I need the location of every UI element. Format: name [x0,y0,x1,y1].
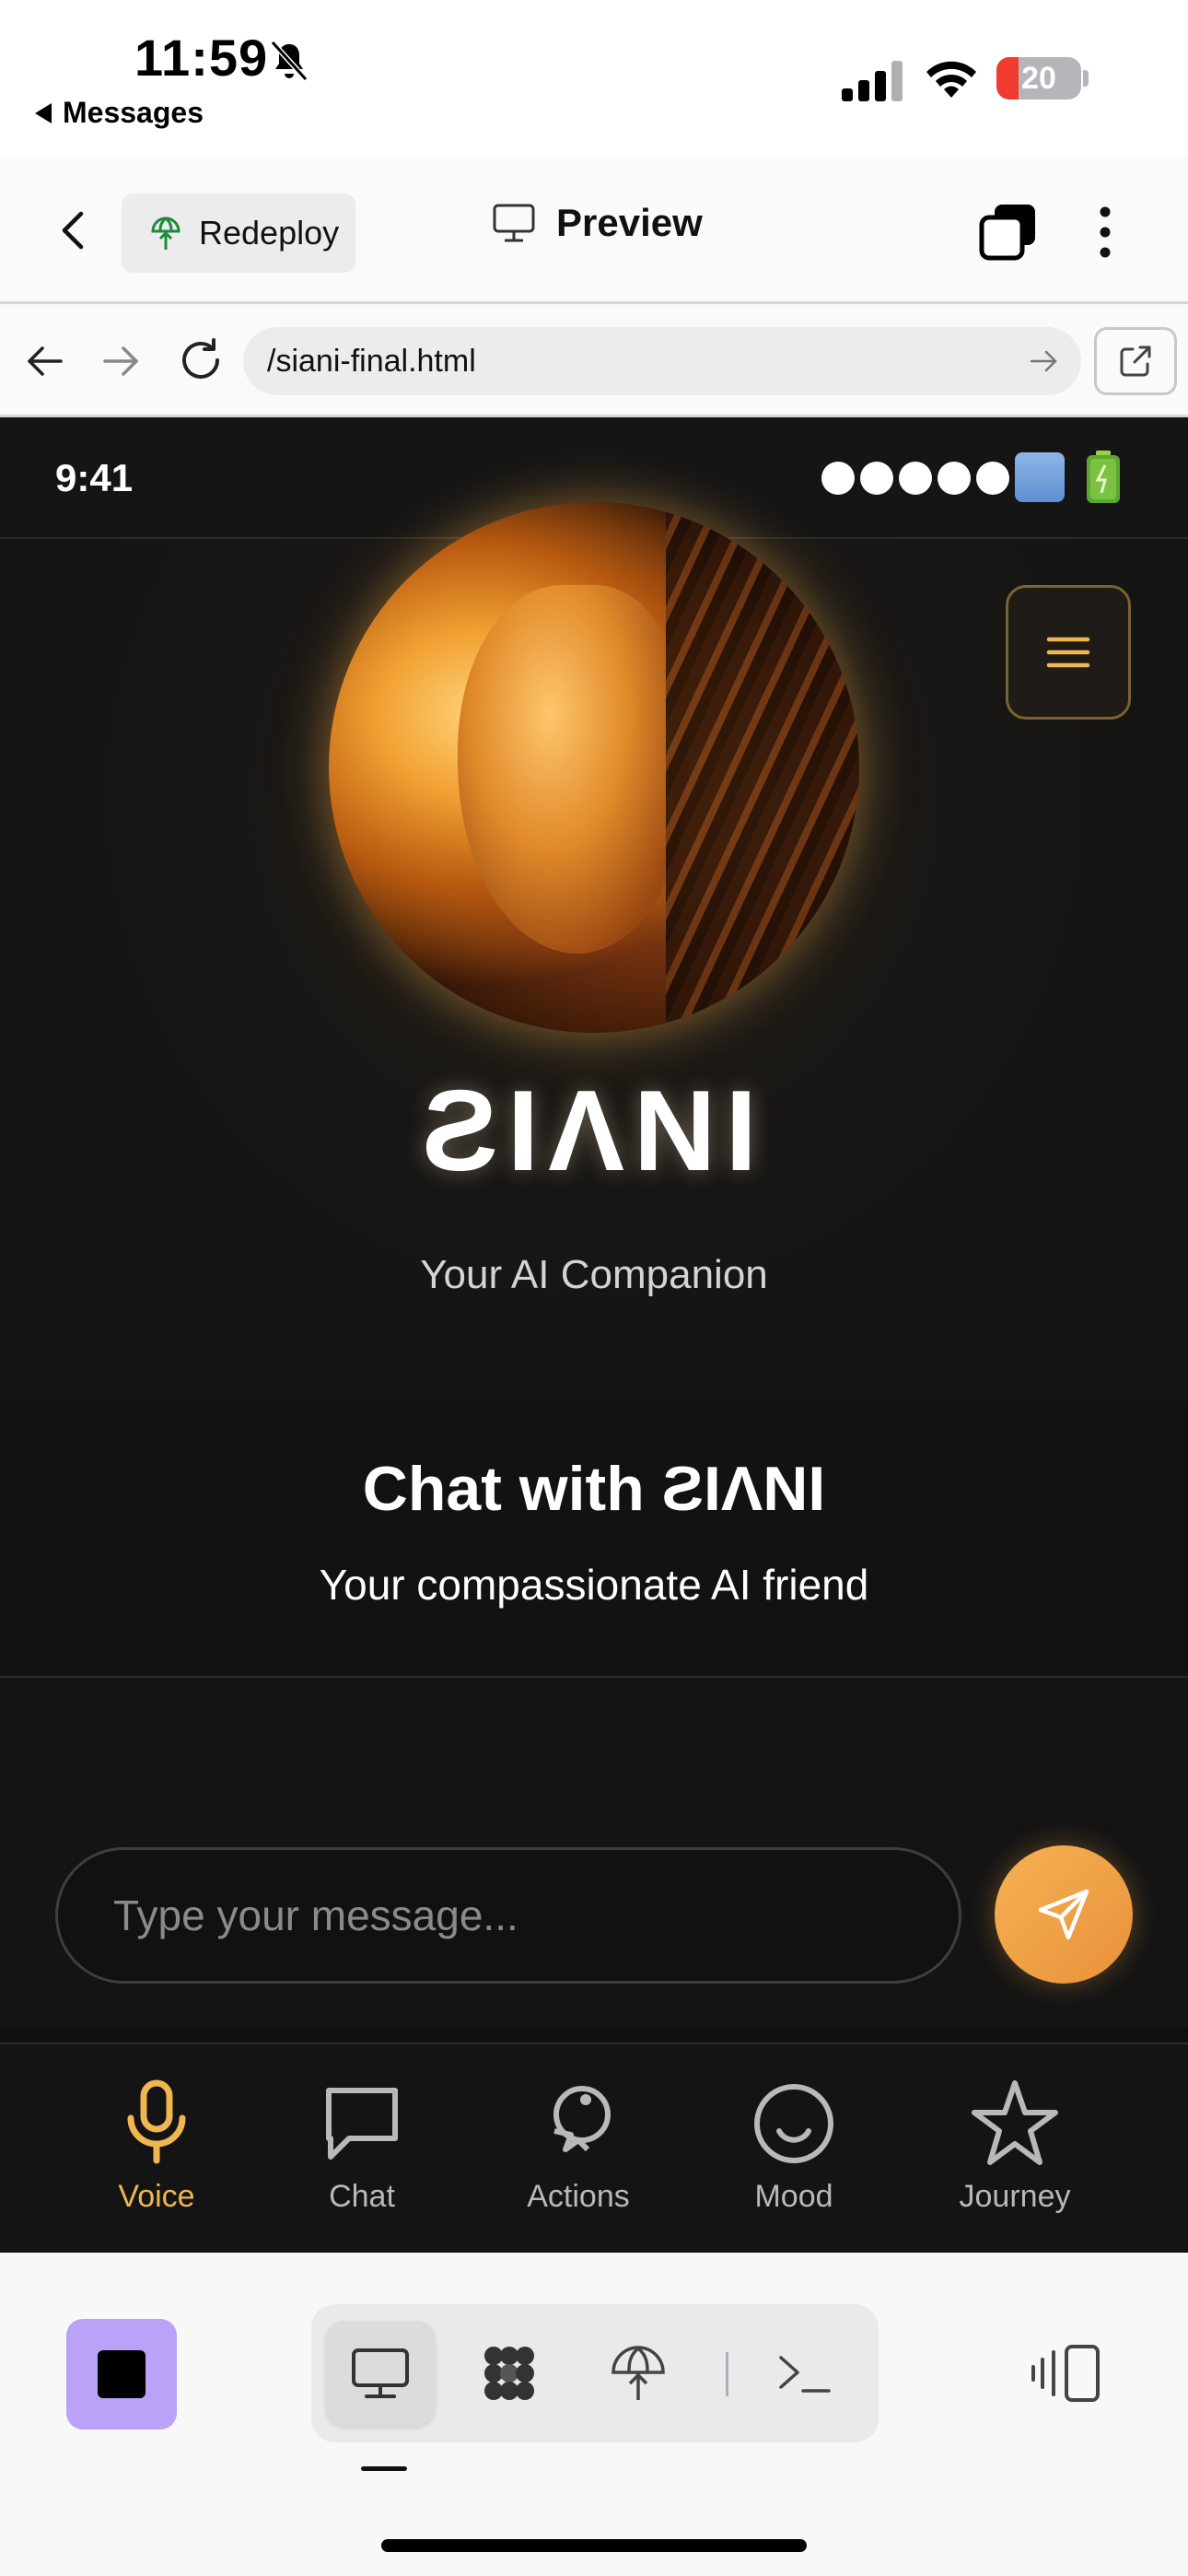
open-external-button[interactable] [1094,327,1177,395]
dock-deploy-button[interactable] [584,2321,693,2426]
tab-actions-label: Actions [527,2179,630,2214]
redeploy-button[interactable]: Redeploy [122,193,355,273]
wifi-icon [926,61,976,98]
star-icon [972,2080,1058,2165]
menu-button[interactable] [1006,585,1131,720]
chat-header: Chat with ƧIΛNI Your compassionate AI fr… [0,1401,1188,1678]
tab-voice[interactable]: Voice [55,2078,258,2215]
message-input-row [0,1827,1188,2030]
tab-mood[interactable]: Mood [693,2078,895,2215]
ios-status-bar: 11:59 Messages 20 [0,0,1188,157]
tabs-icon[interactable] [978,203,1037,262]
arrow-left-icon[interactable] [24,340,66,382]
smile-icon [754,2084,833,2163]
back-to-messages-link[interactable]: Messages [35,96,204,130]
battery-fill [996,57,1019,100]
terminal-icon [779,2356,831,2393]
bottom-dock [0,2253,1188,2576]
brand-name: ƧIΛNI [422,1068,766,1195]
tab-chat[interactable]: Chat [261,2078,463,2215]
battery-cap [1083,70,1089,87]
active-dock-indicator [361,2466,407,2471]
app-signal-dots [821,462,1009,495]
microphone-icon [127,2079,186,2164]
avatar-hair [666,502,859,1033]
actions-icon [553,2086,611,2152]
tab-journey-label: Journey [959,2179,1071,2214]
preview-title-label: Preview [556,201,703,244]
browser-url-bar: /siani-final.html [0,307,1188,417]
stop-button[interactable] [66,2319,177,2430]
bell-slash-icon [270,40,309,82]
monitor-icon [352,2348,409,2398]
cellular-signal-icon [842,61,903,101]
app-battery-icon [1087,451,1120,503]
dock-terminal-button[interactable] [750,2321,858,2426]
send-button[interactable] [995,1845,1133,1984]
tab-mood-label: Mood [754,2179,833,2214]
message-input[interactable] [55,1847,961,1984]
chat-subtitle: Your compassionate AI friend [319,1561,869,1609]
avatar-face [458,585,688,954]
more-vertical-icon[interactable] [1087,205,1124,260]
chat-title: Chat with ƧIΛNI [362,1454,826,1524]
tab-voice-label: Voice [118,2179,195,2214]
status-time: 11:59 [134,29,269,87]
chat-bubble-icon [326,2088,398,2160]
dock-separator [726,2352,728,2396]
app-preview: 9:41 ƧIΛNI Your AI Companion Chat with Ƨ… [0,417,1188,2253]
external-link-icon [1120,345,1151,377]
url-text: /siani-final.html [267,343,476,379]
home-indicator [381,2539,807,2552]
hero-section: ƧIΛNI Your AI Companion [0,484,1188,1401]
globe-deploy-icon [151,217,181,250]
deploy-icon [611,2346,665,2400]
reload-icon[interactable] [177,336,225,384]
app-status-time: 9:41 [55,456,134,499]
stop-icon [98,2350,146,2398]
brand-tagline: Your AI Companion [420,1252,768,1297]
tab-chat-label: Chat [329,2179,395,2214]
battery-indicator: 20 [996,57,1081,100]
arrow-right-icon[interactable] [99,340,142,382]
redeploy-label: Redeploy [199,214,340,252]
preview-title: Preview [492,201,703,245]
monitor-icon [493,204,535,242]
url-field[interactable]: /siani-final.html [243,327,1081,395]
back-triangle-icon [35,102,52,123]
dock-preview-button[interactable] [326,2321,435,2426]
preview-toolbar: Redeploy Preview [0,157,1188,304]
dock-apps-button[interactable] [455,2321,564,2426]
back-app-label: Messages [63,96,204,129]
dock-tool-group [311,2304,879,2442]
layout-toggle-icon[interactable] [1030,2343,1101,2404]
send-icon [1038,1889,1089,1940]
tab-journey[interactable]: Journey [914,2078,1116,2215]
app-signal-icon [1015,452,1065,502]
tab-actions[interactable]: Actions [477,2078,680,2215]
battery-level: 20 [1021,60,1056,96]
apps-grid-icon [484,2347,534,2400]
hamburger-menu-icon [1046,637,1090,668]
back-chevron-icon[interactable] [52,208,96,252]
app-tab-bar: Voice Chat Actions Mood Journey [0,2043,1188,2253]
go-arrow-icon[interactable] [1028,345,1059,377]
avatar-image [329,502,859,1033]
